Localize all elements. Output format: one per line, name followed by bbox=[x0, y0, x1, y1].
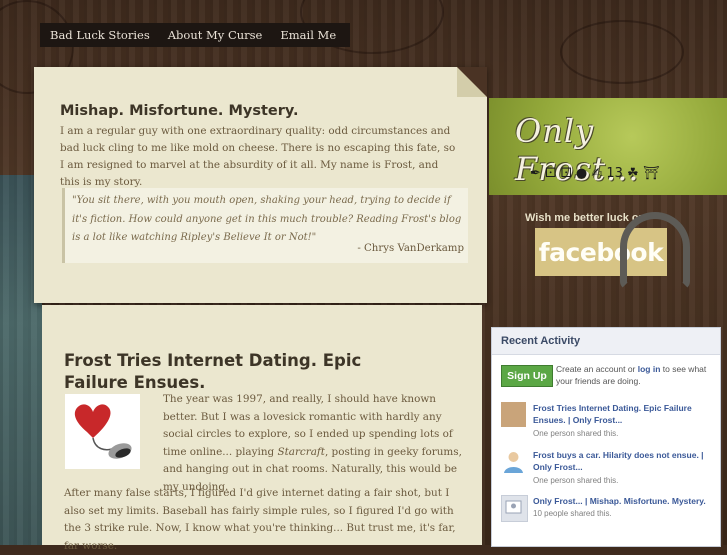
recent-activity-header: Recent Activity bbox=[492, 328, 720, 355]
default-page-icon bbox=[505, 500, 522, 514]
sign-up-button[interactable]: Sign Up bbox=[501, 365, 553, 387]
game-title: Starcraft bbox=[277, 445, 325, 458]
article-panel: Frost Tries Internet Dating. Epic Failur… bbox=[42, 305, 482, 552]
activity-item-title[interactable]: Frost buys a car. Hilarity does not ensu… bbox=[533, 449, 713, 473]
activity-shared-count: 10 people shared this. bbox=[533, 509, 612, 518]
horseshoe-icon bbox=[620, 212, 690, 290]
decorative-swirl bbox=[560, 20, 684, 84]
activity-shared-count: One person shared this. bbox=[533, 476, 619, 485]
activity-thumbnail bbox=[501, 449, 526, 474]
activity-item-title[interactable]: Frost Tries Internet Dating. Epic Failur… bbox=[533, 402, 713, 426]
user-avatar-icon bbox=[504, 452, 523, 473]
activity-shared-count: One person shared this. bbox=[533, 429, 619, 438]
nav-link-bad-luck-stories[interactable]: Bad Luck Stories bbox=[50, 28, 150, 42]
article-paragraph-1: The year was 1997, and really, I should … bbox=[163, 393, 462, 493]
create-account-text: Create an account or log in to see what … bbox=[556, 364, 707, 386]
quote-author: - Chrys VanDerkamp bbox=[357, 243, 464, 254]
nav-link-email-me[interactable]: Email Me bbox=[280, 28, 336, 42]
testimonial-quote: "You sit there, with you mouth open, sha… bbox=[62, 188, 468, 263]
quote-text: "You sit there, with you mouth open, sha… bbox=[72, 195, 462, 243]
activity-thumbnail bbox=[501, 495, 528, 522]
article-title[interactable]: Frost Tries Internet Dating. Epic Failur… bbox=[64, 350, 409, 394]
activity-thumbnail bbox=[501, 402, 526, 427]
top-navigation: Bad Luck Stories About My Curse Email Me bbox=[40, 23, 351, 47]
log-in-link[interactable]: log in bbox=[638, 364, 661, 374]
facebook-recent-activity-widget: Recent Activity Sign Up Create an accoun… bbox=[491, 327, 721, 547]
activity-item-title[interactable]: Only Frost... | Mishap. Misfortune. Myst… bbox=[533, 495, 713, 507]
heart-mouse-icon bbox=[74, 404, 132, 459]
facebook-callout-text: Wish me better luck on bbox=[525, 212, 646, 224]
intro-text: I am a regular guy with one extraordinar… bbox=[60, 125, 456, 188]
bad-luck-charms-icon: ✒ ⚀ ⚀ ● ✍ 13 ☘ ⛩ bbox=[530, 166, 660, 181]
intro-title: Mishap. Misfortune. Mystery. bbox=[60, 103, 299, 119]
intro-panel: Mishap. Misfortune. Mystery. I am a regu… bbox=[34, 67, 487, 303]
heart-mouse-image bbox=[65, 394, 140, 469]
nav-link-about-my-curse[interactable]: About My Curse bbox=[168, 28, 263, 42]
folded-corner bbox=[457, 67, 487, 97]
